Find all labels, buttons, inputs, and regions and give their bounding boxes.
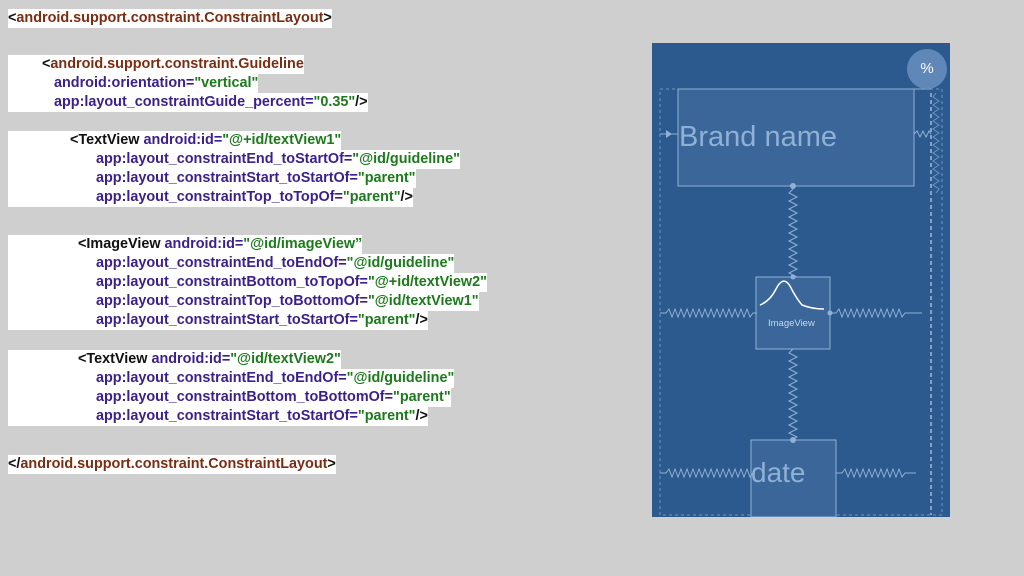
- code-token-val: "parent": [357, 408, 416, 424]
- code-token-plain: </: [8, 456, 21, 472]
- code-token-plain: >: [323, 10, 332, 26]
- code-line: app:layout_constraintEnd_toStartOf="@id/…: [8, 150, 460, 169]
- code-token-attr: app:layout_constraintStart_toStartOf=: [96, 408, 358, 424]
- code-token-attr: android:id=: [143, 132, 223, 148]
- code-token-val: "parent": [342, 189, 401, 205]
- code-token-val: "@+id/textView1": [222, 132, 342, 148]
- code-token-val: "@id/guideline": [352, 151, 460, 167]
- code-token-val: "@id/guideline": [346, 370, 455, 386]
- code-line: <android.support.constraint.Guideline: [8, 55, 304, 74]
- layout-blueprint: Brand name ImageView date %: [652, 43, 950, 517]
- code-token-val: "@id/guideline": [346, 255, 455, 271]
- code-token-attr: app:layout_constraintEnd_toEndOf=: [96, 370, 347, 386]
- code-token-val: "@id/imageView”: [243, 236, 363, 252]
- brand-left-arrow: [666, 130, 672, 138]
- code-token-val: "parent": [357, 170, 416, 186]
- code-token-plain: />: [400, 189, 413, 205]
- code-line: app:layout_constraintBottom_toBottomOf="…: [8, 388, 451, 407]
- date-right-spring: [836, 467, 916, 479]
- code-token-attr: android:id=: [151, 351, 231, 367]
- code-token-plain: />: [355, 94, 368, 110]
- right-edge-spring: [932, 92, 940, 194]
- code-token-attr: app:layout_constraintBottom_toTopOf=: [96, 274, 368, 290]
- image-view-box: [755, 276, 831, 350]
- brand-bottom-anchor: [790, 183, 796, 189]
- code-token-plain: >: [327, 456, 336, 472]
- code-token-plain: />: [415, 408, 428, 424]
- code-token-plain: <TextView: [70, 132, 144, 148]
- code-token-attr: app:layout_constraintTop_toTopOf=: [96, 189, 343, 205]
- code-token-plain: <TextView: [78, 351, 152, 367]
- image-top-anchor: [790, 274, 796, 280]
- code-token-val: "parent": [393, 389, 451, 405]
- code-line: android:orientation="vertical": [8, 74, 259, 93]
- code-line: app:layout_constraintTop_toTopOf="parent…: [8, 188, 413, 207]
- code-line: app:layout_constraintBottom_toTopOf="@+i…: [8, 273, 487, 292]
- image-date-spring: [787, 348, 799, 450]
- code-token-attr: app:layout_constraintStart_toStartOf=: [96, 170, 358, 186]
- code-token-val: "@id/textView1": [367, 293, 479, 309]
- code-token-attr: app:layout_constraintEnd_toEndOf=: [96, 255, 347, 271]
- date-label: date: [751, 457, 806, 488]
- blueprint-drawing: [659, 88, 943, 517]
- code-token-plain: <ImageView: [78, 236, 165, 252]
- code-token-val: "vertical": [194, 75, 259, 91]
- code-token-attr: app:layout_constraintStart_toStartOf=: [96, 312, 358, 328]
- image-right-spring: [830, 307, 922, 319]
- code-line: app:layout_constraintGuide_percent="0.35…: [8, 93, 368, 112]
- code-token-attr: app:layout_constraintBottom_toBottomOf=: [96, 389, 394, 405]
- date-top-anchor: [790, 437, 796, 443]
- code-token-tag: android.support.constraint.Guideline: [50, 56, 304, 72]
- code-token-val: "0.35": [313, 94, 356, 110]
- code-token-tag: android.support.constraint.ConstraintLay…: [16, 10, 324, 26]
- code-line: app:layout_constraintStart_toStartOf="pa…: [8, 311, 428, 330]
- percent-guideline-badge[interactable]: %: [907, 49, 947, 89]
- code-line: <ImageView android:id="@id/imageView”: [8, 235, 363, 254]
- code-token-attr: app:layout_constraintEnd_toStartOf=: [96, 151, 353, 167]
- image-right-anchor: [827, 310, 833, 316]
- code-line: app:layout_constraintStart_toStartOf="pa…: [8, 407, 428, 426]
- code-token-attr: app:layout_constraintGuide_percent=: [54, 94, 314, 110]
- code-token-val: "@+id/textView2": [367, 274, 487, 290]
- code-line: <TextView android:id="@+id/textView1": [8, 131, 342, 150]
- code-line: app:layout_constraintEnd_toEndOf="@id/gu…: [8, 369, 455, 388]
- code-token-attr: android:id=: [164, 236, 244, 252]
- code-line: app:layout_constraintEnd_toEndOf="@id/gu…: [8, 254, 455, 273]
- code-line: <TextView android:id="@id/textView2": [8, 350, 341, 369]
- code-line: <android.support.constraint.ConstraintLa…: [8, 9, 332, 28]
- code-token-val: "parent": [357, 312, 416, 328]
- code-token-attr: android:orientation=: [54, 75, 195, 91]
- brand-name-label: Brand name: [679, 121, 837, 153]
- code-token-plain: />: [415, 312, 428, 328]
- code-token-attr: app:layout_constraintTop_toBottomOf=: [96, 293, 368, 309]
- code-token-tag: android.support.constraint.ConstraintLay…: [20, 456, 328, 472]
- code-line: </android.support.constraint.ConstraintL…: [8, 455, 336, 474]
- image-left-spring: [660, 307, 757, 319]
- date-left-spring: [660, 467, 754, 479]
- code-line: app:layout_constraintTop_toBottomOf="@id…: [8, 292, 479, 311]
- brand-right-spring: [913, 129, 932, 139]
- brand-image-spring: [787, 188, 799, 290]
- image-view-label: ImageView: [768, 318, 815, 329]
- code-token-val: "@id/textView2": [230, 351, 341, 367]
- code-line: app:layout_constraintStart_toStartOf="pa…: [8, 169, 416, 188]
